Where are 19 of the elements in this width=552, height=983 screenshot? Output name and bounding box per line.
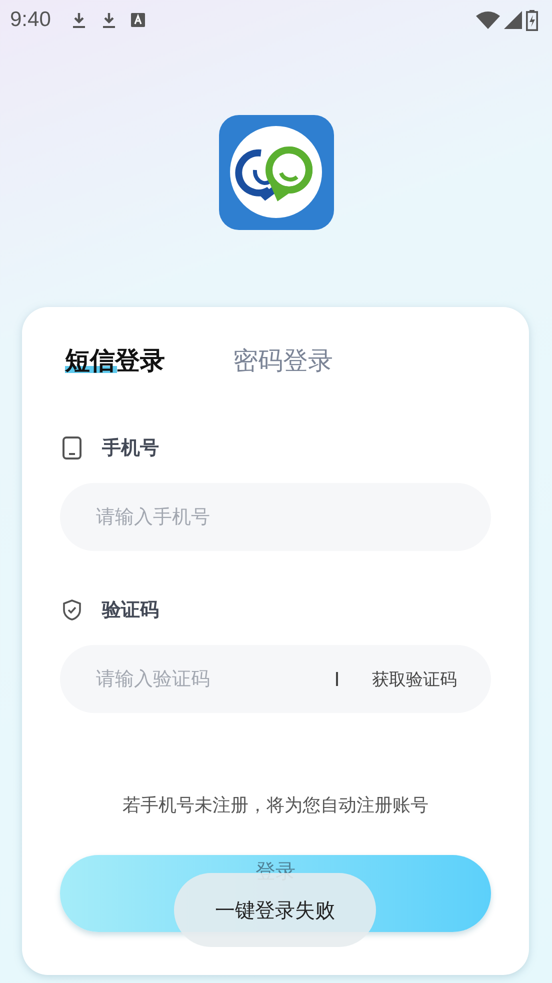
field-label: 手机号	[102, 436, 159, 461]
font-icon	[130, 13, 145, 27]
get-code-button[interactable]: 获取验证码	[372, 668, 457, 690]
signal-icon	[504, 11, 522, 29]
shield-icon	[62, 599, 82, 621]
status-time: 9:40	[10, 8, 51, 32]
toast-message: 一键登录失败	[174, 873, 376, 947]
text-input[interactable]: 请输入验证码	[94, 667, 336, 691]
battery-icon	[526, 10, 538, 30]
download-icon	[100, 12, 117, 28]
login-tab[interactable]: 密码登录	[233, 344, 333, 377]
register-notice: 若手机号未注册，将为您自动注册账号	[122, 794, 430, 817]
download-icon	[70, 12, 87, 28]
text-input[interactable]: 请输入手机号	[94, 505, 457, 529]
input-field[interactable]: 请输入验证码 获取验证码	[60, 645, 491, 713]
input-field[interactable]: 请输入手机号	[60, 483, 491, 551]
wifi-icon	[476, 11, 500, 29]
phone-icon	[62, 436, 82, 460]
field-label: 验证码	[102, 598, 159, 623]
